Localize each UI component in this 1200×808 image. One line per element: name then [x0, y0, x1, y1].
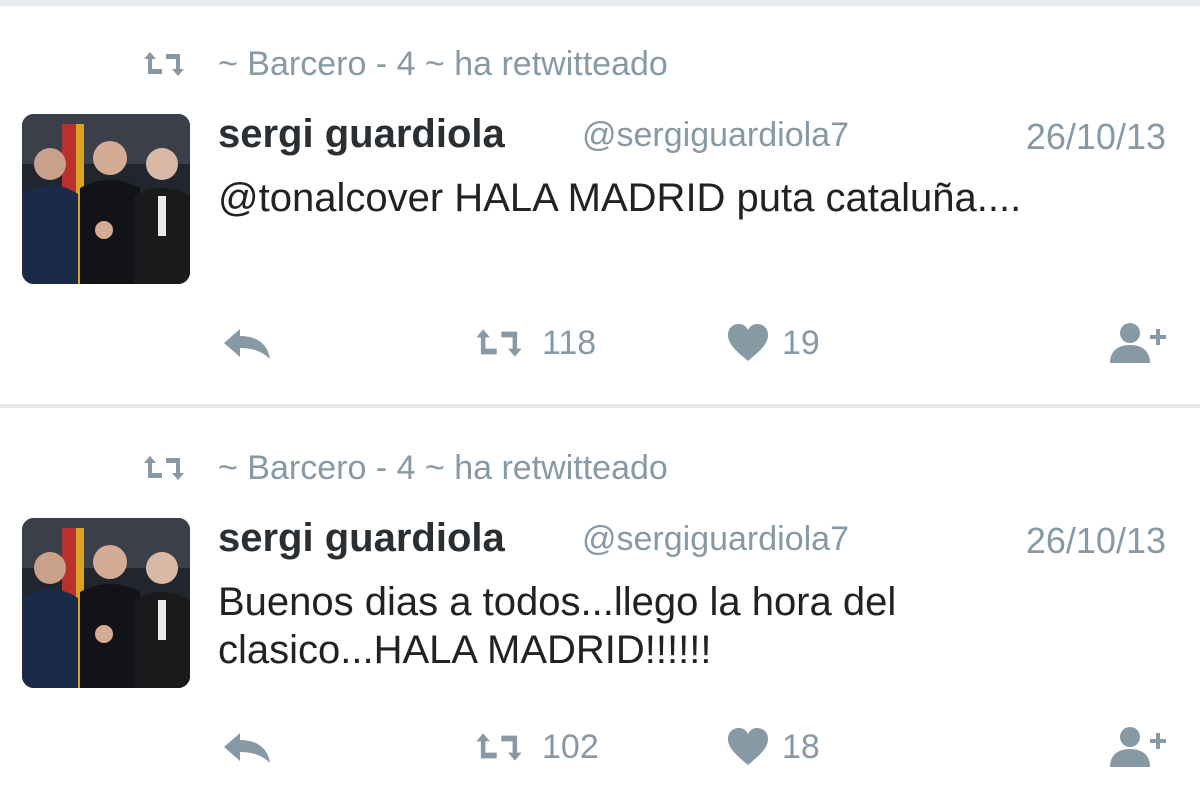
like-button[interactable]: 18 [726, 722, 820, 772]
tweet-date[interactable]: 26/10/13 [1026, 520, 1166, 562]
follow-icon [1108, 321, 1170, 365]
reply-button[interactable] [222, 722, 272, 772]
tweet-actions: 102 18 [0, 722, 1200, 772]
like-button[interactable]: 19 [726, 318, 820, 368]
tweet[interactable]: ~ Barcero - 4 ~ ha retwitteado sergi gua… [0, 410, 1200, 808]
tweet-header: sergi guardiola @sergiguardiola7 26/10/1… [218, 112, 1178, 164]
retweet-context: ~ Barcero - 4 ~ ha retwitteado [140, 42, 668, 86]
retweet-button[interactable]: 102 [470, 722, 599, 772]
retweet-count: 102 [542, 727, 599, 766]
avatar[interactable] [22, 114, 190, 284]
retweet-icon [140, 453, 188, 483]
like-count: 19 [782, 323, 820, 362]
retweet-count: 118 [542, 323, 597, 362]
retweet-icon [140, 49, 188, 79]
tweet-header: sergi guardiola @sergiguardiola7 26/10/1… [218, 516, 1178, 568]
retweeted-by-label: ~ Barcero - 4 ~ ha retwitteado [218, 448, 668, 487]
reply-icon [222, 325, 272, 361]
retweet-button[interactable]: 118 [470, 318, 596, 368]
heart-icon [726, 323, 770, 363]
author-name[interactable]: sergi guardiola [218, 112, 505, 157]
reply-icon [222, 729, 272, 765]
avatar[interactable] [22, 518, 190, 688]
retweet-context: ~ Barcero - 4 ~ ha retwitteado [140, 446, 668, 490]
author-name[interactable]: sergi guardiola [218, 516, 505, 561]
tweet-actions: 118 19 [0, 318, 1200, 368]
reply-button[interactable] [222, 318, 272, 368]
follow-button[interactable] [1108, 722, 1170, 772]
tweet-divider [0, 404, 1200, 408]
retweeted-by-label: ~ Barcero - 4 ~ ha retwitteado [218, 44, 668, 83]
heart-icon [726, 727, 770, 767]
retweet-icon [470, 730, 528, 764]
follow-button[interactable] [1108, 318, 1170, 368]
author-handle[interactable]: @sergiguardiola7 [582, 116, 849, 155]
author-handle[interactable]: @sergiguardiola7 [582, 520, 849, 559]
tweet-text: Buenos dias a todos...llego la hora del … [218, 580, 897, 672]
tweet[interactable]: ~ Barcero - 4 ~ ha retwitteado sergi gua… [0, 6, 1200, 404]
follow-icon [1108, 725, 1170, 769]
retweet-icon [470, 326, 528, 360]
tweet-text: @tonalcover HALA MADRID puta cataluña...… [218, 176, 1022, 220]
like-count: 18 [782, 727, 820, 766]
tweet-date[interactable]: 26/10/13 [1026, 116, 1166, 158]
